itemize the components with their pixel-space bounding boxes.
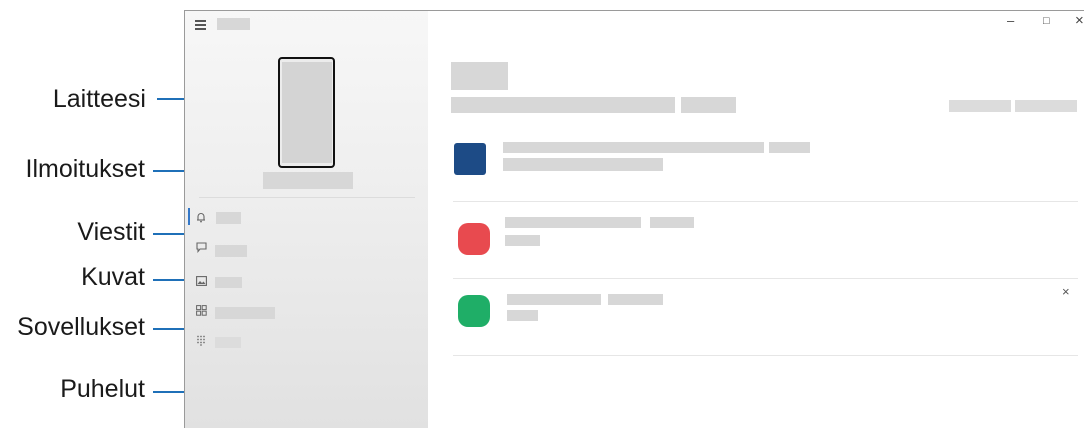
sidebar-item-calls[interactable]	[193, 335, 253, 349]
sidebar-item-notifications[interactable]	[193, 211, 253, 225]
device-screen	[281, 62, 332, 163]
notification-divider	[453, 201, 1078, 202]
app-title-placeholder	[217, 18, 250, 30]
sidebar	[185, 11, 428, 428]
app-window: – □ × ×	[184, 10, 1084, 428]
callout-photos: Kuvat	[81, 263, 145, 291]
notification-body-placeholder	[507, 310, 538, 321]
header-action-placeholder-2[interactable]	[1015, 100, 1077, 112]
notification-card[interactable]	[451, 211, 1081, 277]
notification-body-placeholder	[503, 158, 663, 171]
page-subtitle-placeholder-2	[681, 97, 736, 113]
notification-title-placeholder-2	[608, 294, 663, 305]
notification-title-placeholder-2	[769, 142, 810, 153]
callout-line-apps	[153, 328, 185, 330]
callout-line-photos	[153, 279, 185, 281]
sidebar-item-photos[interactable]	[193, 275, 253, 289]
callout-apps: Sovellukset	[17, 313, 145, 341]
callout-messages: Viestit	[77, 218, 145, 246]
page-title-placeholder	[451, 62, 508, 90]
bell-icon	[196, 212, 206, 226]
callout-line-messages	[153, 233, 185, 235]
notification-title-placeholder	[505, 217, 641, 228]
notification-body-placeholder	[505, 235, 540, 246]
callout-devices: Laitteesi	[52, 85, 146, 113]
callout-calls: Puhelut	[60, 375, 145, 403]
device-name-placeholder	[263, 172, 353, 189]
sidebar-item-messages-label	[215, 245, 247, 257]
sidebar-item-photos-label	[215, 277, 242, 288]
dismiss-notification-button[interactable]: ×	[1062, 284, 1070, 299]
app-icon-green	[458, 295, 490, 327]
sidebar-item-calls-label	[215, 337, 241, 348]
callout-notifications: Ilmoitukset	[25, 155, 145, 183]
app-icon-blue	[454, 143, 486, 175]
header-action-placeholder-1[interactable]	[949, 100, 1011, 112]
image-icon	[196, 276, 207, 289]
page-subtitle-placeholder	[451, 97, 675, 113]
sidebar-item-apps-label	[215, 307, 275, 319]
sidebar-item-notifications-label	[216, 212, 241, 224]
sidebar-item-messages[interactable]	[193, 242, 253, 257]
device-image[interactable]	[278, 57, 335, 168]
notification-card[interactable]: ×	[451, 284, 1081, 352]
notification-divider	[453, 355, 1078, 356]
notification-title-placeholder	[503, 142, 764, 153]
active-nav-indicator	[188, 208, 190, 225]
chat-bubble-icon	[196, 242, 207, 256]
sidebar-divider	[199, 197, 415, 198]
notification-title-placeholder	[507, 294, 601, 305]
hamburger-menu-icon[interactable]	[195, 20, 206, 32]
notification-divider	[453, 278, 1078, 279]
dialpad-icon	[196, 335, 206, 349]
notification-title-placeholder-2	[650, 217, 694, 228]
notification-card[interactable]	[451, 135, 1081, 201]
apps-grid-icon	[196, 305, 207, 319]
main-content: ×	[428, 11, 1084, 428]
sidebar-item-apps[interactable]	[193, 304, 283, 320]
app-icon-red	[458, 223, 490, 255]
